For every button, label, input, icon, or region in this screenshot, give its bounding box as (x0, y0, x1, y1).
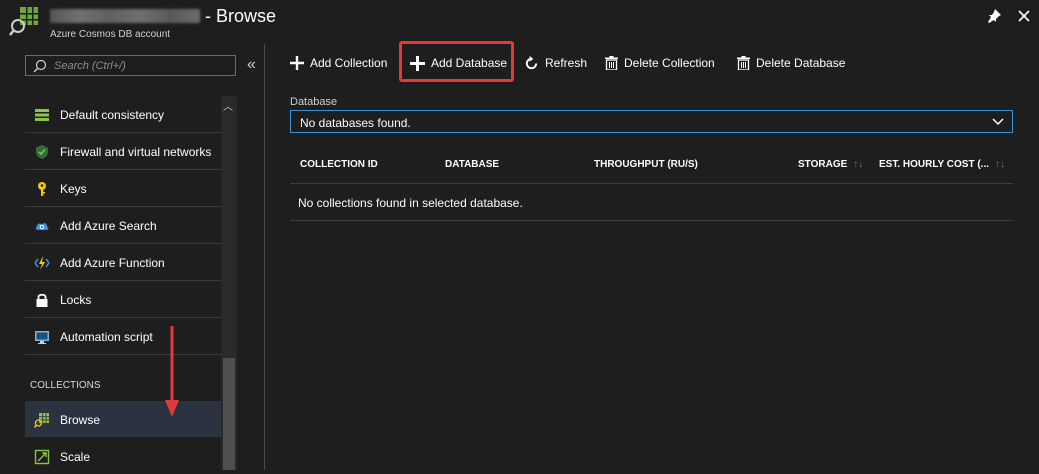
scrollbar-thumb[interactable] (223, 358, 235, 470)
delete-database-label: Delete Database (756, 56, 846, 70)
sidebar-item-default-consistency[interactable]: Default consistency (25, 96, 221, 133)
page-title: - Browse (205, 6, 277, 26)
sidebar-item-label: Add Azure Function (60, 256, 165, 270)
delete-collection-label: Delete Collection (624, 56, 715, 70)
refresh-icon (525, 55, 538, 69)
database-dropdown-value: No databases found. (300, 116, 411, 130)
database-label: Database (290, 96, 338, 108)
sidebar-item-label: Keys (60, 182, 87, 196)
sidebar-item-add-azure-function[interactable]: Add Azure Function (25, 244, 221, 281)
sort-arrows-icon[interactable]: ↑↓ (995, 159, 1005, 170)
table-row-divider (290, 220, 1013, 221)
sidebar-item-firewall[interactable]: Firewall and virtual networks (25, 133, 221, 170)
firewall-icon (36, 145, 48, 159)
sidebar-item-label: Locks (60, 293, 92, 307)
cloud-search-icon (35, 223, 49, 230)
column-header-collection-id[interactable]: COLLECTION ID (300, 159, 378, 170)
sidebar-scrollbar[interactable]: ︿ (221, 96, 237, 470)
section-header-collections: COLLECTIONS (30, 380, 101, 391)
database-dropdown[interactable]: No databases found. (290, 110, 1013, 133)
table-header-divider (290, 183, 1013, 184)
sidebar-item-label: Automation script (60, 330, 153, 344)
column-header-storage[interactable]: STORAGE ↑↓ (798, 159, 863, 170)
sort-arrows-icon[interactable]: ↑↓ (853, 159, 863, 170)
refresh-label: Refresh (545, 56, 588, 70)
scale-icon (34, 449, 50, 465)
plus-icon (290, 56, 304, 70)
chevron-down-icon (992, 118, 1004, 126)
consistency-icon (35, 109, 49, 121)
sidebar-item-label: Add Azure Search (60, 219, 157, 233)
highlight-box-annotation (399, 41, 514, 82)
sidebar-item-locks[interactable]: Locks (25, 281, 221, 318)
pin-icon[interactable] (986, 8, 1002, 24)
sidebar-item-label: Browse (60, 413, 101, 427)
scroll-up-arrow-icon[interactable]: ︿ (223, 98, 233, 113)
collapse-sidebar-icon[interactable]: « (247, 56, 256, 74)
blade-header: - Browse Azure Cosmos DB account (0, 0, 1039, 44)
function-bolt-icon (34, 256, 50, 270)
sidebar-item-label: Firewall and virtual networks (60, 145, 212, 159)
cosmos-db-logo-icon (9, 7, 38, 36)
trash-icon (605, 56, 618, 70)
column-header-throughput[interactable]: THROUGHPUT (RU/S) (594, 159, 698, 170)
delete-database-button[interactable]: Delete Database (737, 44, 845, 82)
close-icon[interactable] (1016, 8, 1032, 24)
delete-collection-button[interactable]: Delete Collection (605, 44, 715, 82)
column-header-storage-label: STORAGE (798, 159, 848, 170)
search-input[interactable] (54, 57, 229, 74)
empty-table-message: No collections found in selected databas… (298, 196, 523, 210)
sidebar-item-scale[interactable]: Scale (25, 438, 221, 474)
column-header-cost-label: EST. HOURLY COST (... (879, 159, 990, 170)
search-box[interactable] (25, 55, 236, 76)
sidebar-item-browse[interactable]: Browse (25, 401, 221, 437)
trash-icon (737, 56, 750, 70)
sidebar-item-label: Default consistency (60, 108, 165, 122)
add-collection-label: Add Collection (310, 56, 388, 70)
sidebar-divider (264, 44, 265, 470)
sidebar-item-automation-script[interactable]: Automation script (25, 318, 221, 355)
account-name-redacted (50, 9, 200, 23)
column-header-database[interactable]: DATABASE (445, 159, 499, 170)
sidebar-item-keys[interactable]: Keys (25, 170, 221, 207)
red-arrow-annotation-icon (165, 326, 179, 417)
browse-icon (34, 413, 49, 428)
lock-icon (36, 293, 48, 307)
automation-icon (35, 331, 49, 344)
refresh-button[interactable]: Refresh (524, 44, 587, 82)
sidebar-item-add-azure-search[interactable]: Add Azure Search (25, 207, 221, 244)
search-icon (33, 59, 47, 73)
account-type-label: Azure Cosmos DB account (50, 29, 171, 40)
column-header-est-hourly-cost[interactable]: EST. HOURLY COST (... ↑↓ (879, 159, 1005, 170)
sidebar-menu: Default consistency Firewall and virtual… (25, 96, 221, 355)
sidebar-item-label: Scale (60, 450, 91, 464)
key-icon (38, 182, 46, 196)
add-collection-button[interactable]: Add Collection (290, 44, 387, 82)
